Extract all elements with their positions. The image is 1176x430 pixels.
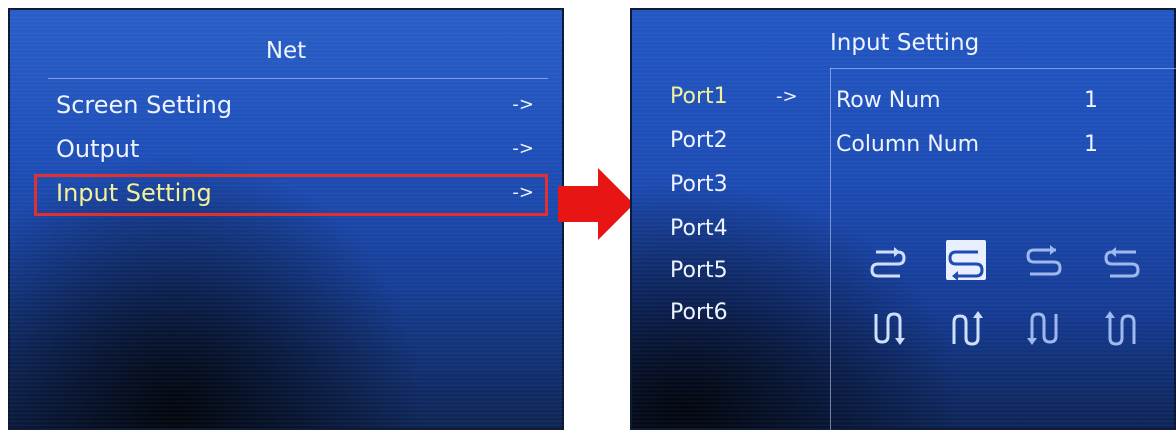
- vertical-serpentine-up-icon[interactable]: [946, 308, 986, 348]
- port-item-4[interactable]: Port4: [670, 216, 728, 241]
- horizontal-serpentine-up-icon[interactable]: [1024, 240, 1064, 280]
- title-divider: [830, 68, 1176, 69]
- vertical-serpentine-reverse-down-icon[interactable]: [1024, 308, 1064, 348]
- flow-arrow-icon: [558, 168, 634, 240]
- column-num-value[interactable]: 1: [1084, 132, 1098, 157]
- net-title: Net: [265, 38, 307, 64]
- arrow-indicator: ->: [512, 94, 534, 115]
- title-divider: [48, 78, 548, 79]
- input-setting-title: Input Setting: [830, 30, 980, 56]
- port-item-6[interactable]: Port6: [670, 300, 728, 325]
- horizontal-serpentine-right-icon[interactable]: [868, 240, 908, 280]
- menu-item-label: Screen Setting: [56, 91, 233, 119]
- net-menu-screen: Net Screen Setting -> Output -> Input Se…: [8, 8, 564, 430]
- selection-highlight-box: [34, 174, 548, 216]
- horizontal-serpentine-left-icon[interactable]: [1102, 240, 1142, 280]
- port-item-5[interactable]: Port5: [670, 258, 728, 283]
- port-arrow-indicator: ->: [776, 86, 798, 107]
- port-item-3[interactable]: Port3: [670, 172, 728, 197]
- column-num-label: Column Num: [836, 132, 980, 157]
- menu-item-output[interactable]: Output ->: [48, 132, 548, 170]
- row-num-value[interactable]: 1: [1084, 88, 1098, 113]
- row-num-label: Row Num: [836, 88, 941, 113]
- arrow-indicator: ->: [512, 138, 534, 159]
- menu-item-screen-setting[interactable]: Screen Setting ->: [48, 88, 548, 126]
- port-item-1[interactable]: Port1: [670, 84, 728, 109]
- input-setting-screen: Input Setting Port1 -> Port2 Port3 Port4…: [630, 8, 1176, 430]
- vertical-serpentine-down-icon[interactable]: [868, 308, 908, 348]
- menu-item-label: Output: [56, 135, 140, 163]
- panel-divider: [830, 68, 831, 430]
- horizontal-serpentine-left-selected-icon[interactable]: [946, 240, 986, 281]
- vertical-serpentine-reverse-up-icon[interactable]: [1102, 308, 1142, 348]
- port-item-2[interactable]: Port2: [670, 128, 728, 153]
